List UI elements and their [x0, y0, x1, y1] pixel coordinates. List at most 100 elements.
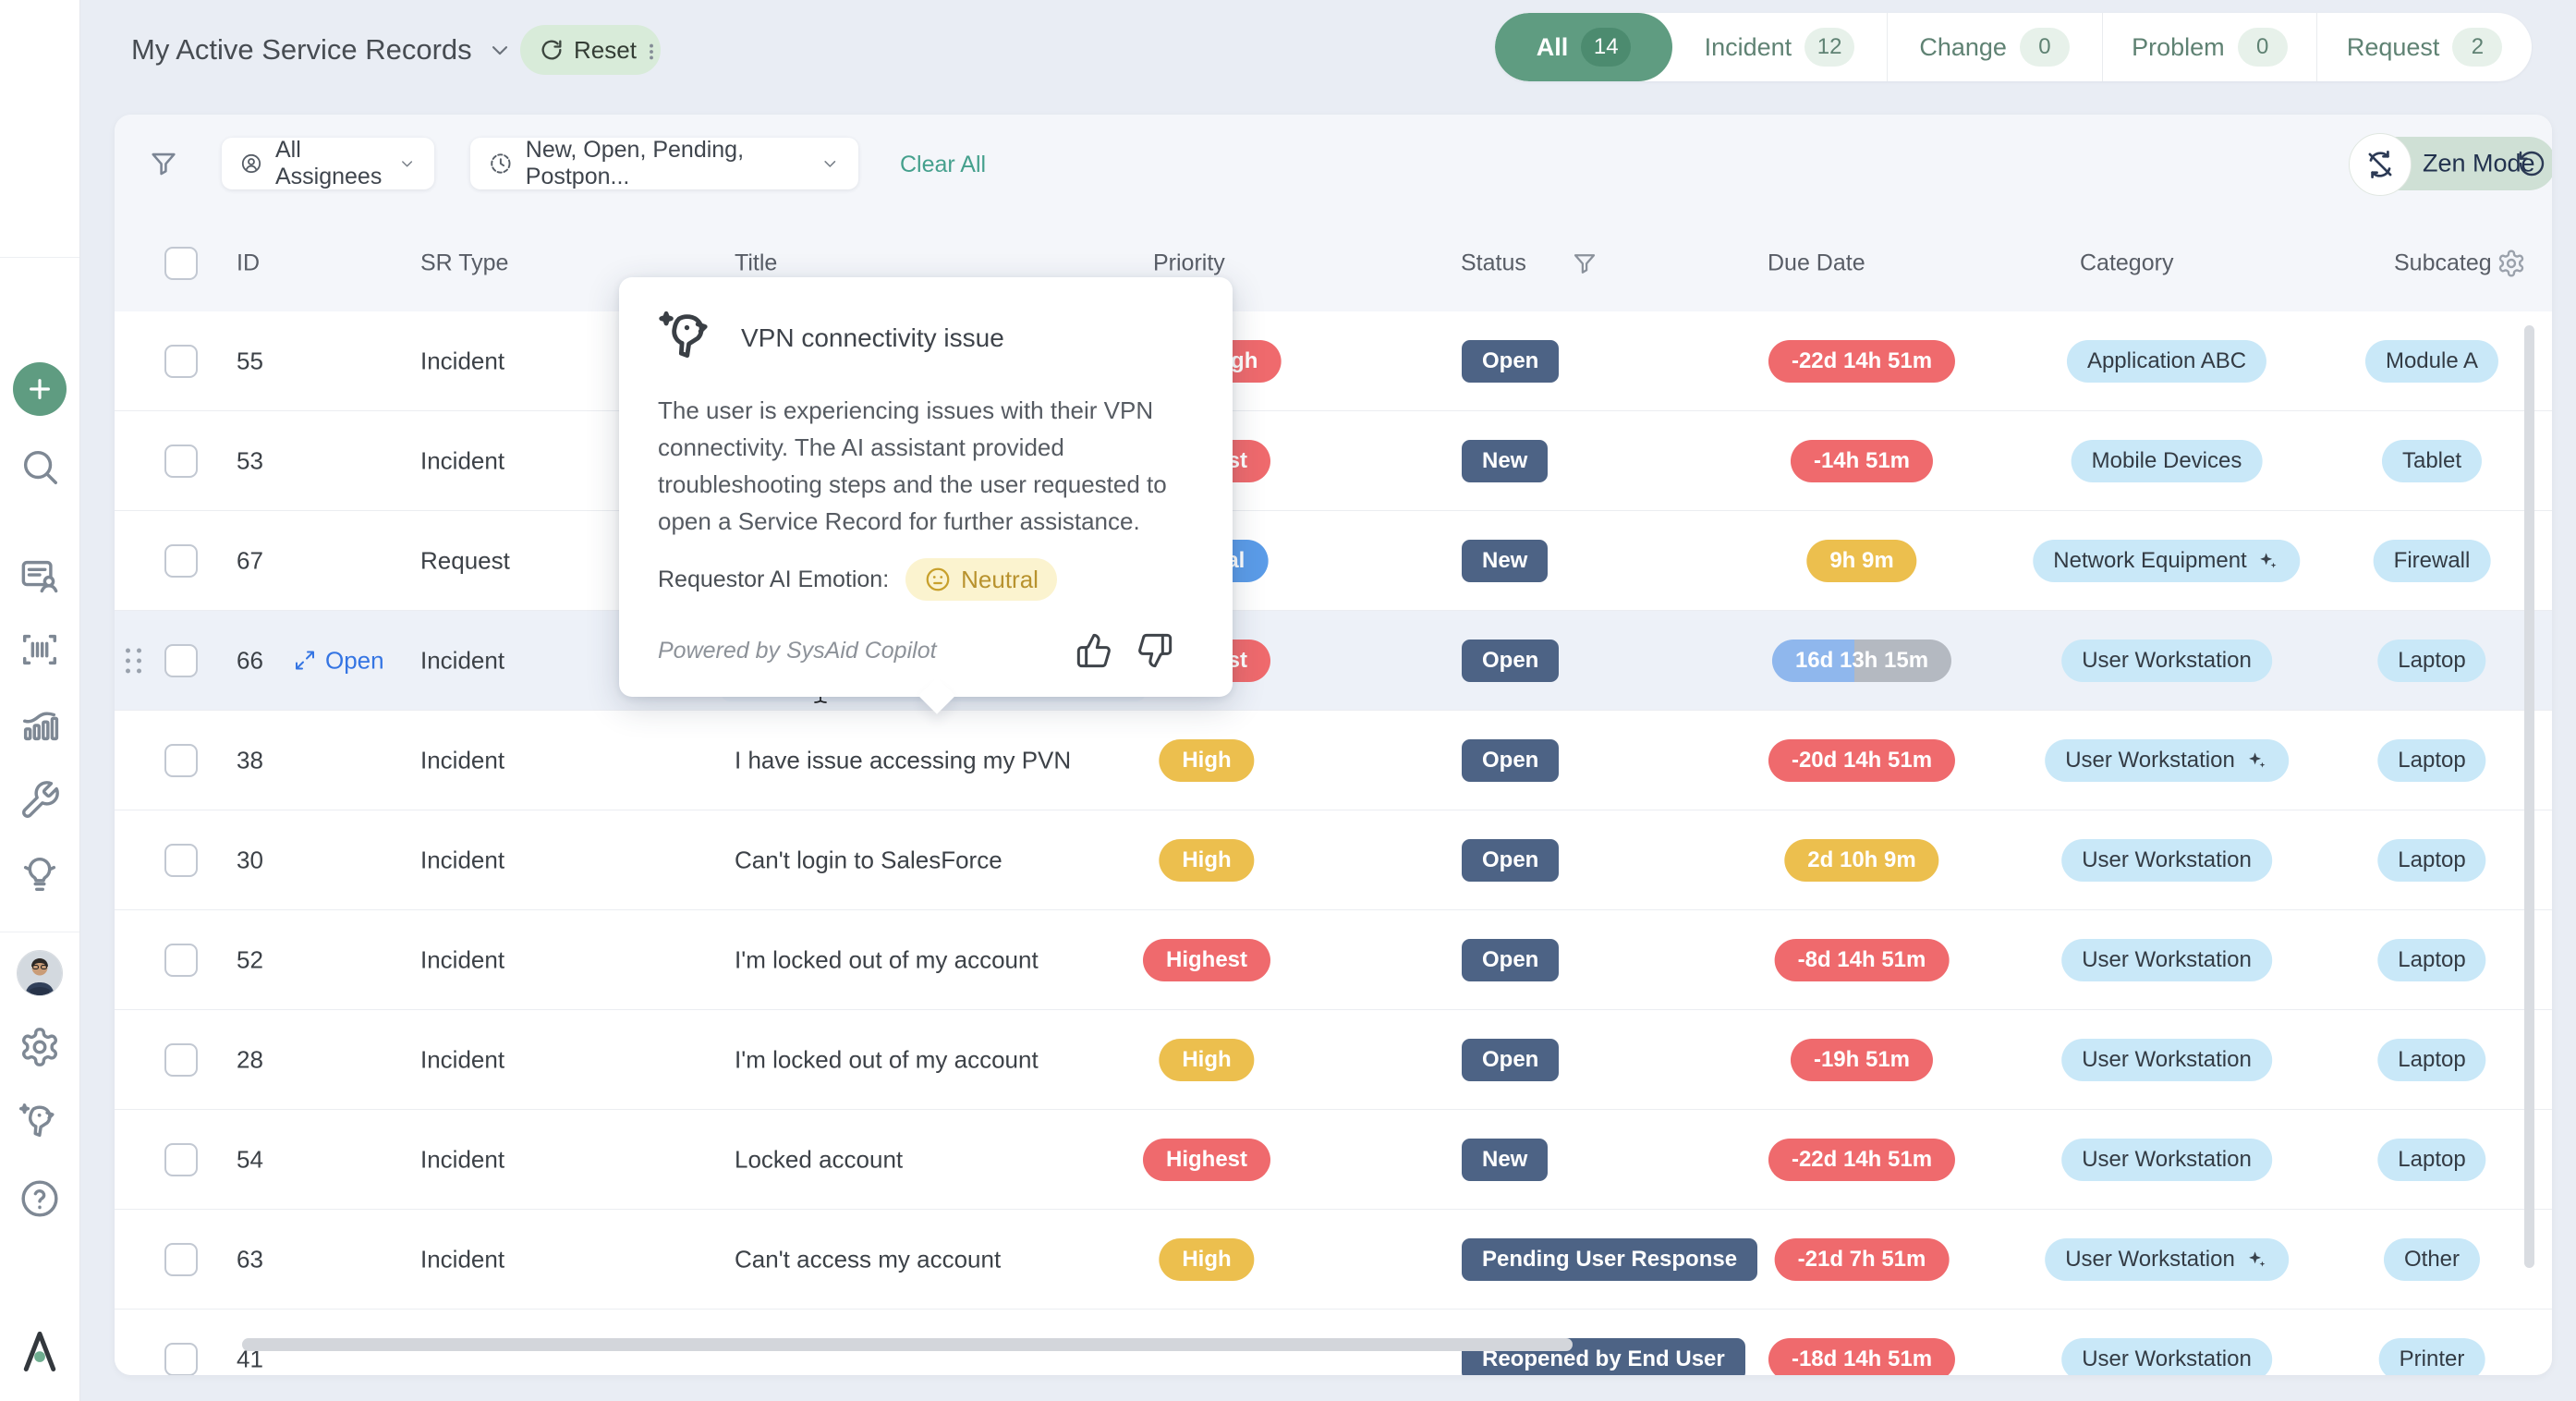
cell-id: 30	[237, 846, 263, 874]
assignee-filter-dropdown[interactable]: All Assignees	[222, 138, 434, 189]
chevron-down-icon	[487, 37, 513, 63]
cell-subcategory: Tablet	[2382, 440, 2482, 482]
vertical-scrollbar[interactable]	[2524, 325, 2534, 1268]
column-header-id[interactable]: ID	[237, 250, 260, 276]
row-checkbox[interactable]	[164, 1043, 198, 1077]
chevron-down-icon	[398, 152, 416, 175]
rotate-ccw-icon[interactable]	[2517, 149, 2546, 178]
table-row-67[interactable]: 67RequestNormalNew9h 9mNetwork Equipment…	[115, 511, 2552, 611]
analytics-icon[interactable]	[18, 704, 61, 747]
sr-type-tabs: All14Incident12Change0Problem0Request2	[1495, 13, 2532, 81]
cell-category: User Workstation	[2061, 1039, 2272, 1081]
due-date-badge: -14h 51m	[1791, 440, 1933, 482]
table-row-28[interactable]: 28IncidentI'm locked out of my accountHi…	[115, 1010, 2552, 1110]
table-row-66[interactable]: 66IncidentOpenVPN connectivity issueHigh…	[115, 611, 2552, 711]
table-row-55[interactable]: 55IncidentVery HighOpen-22d 14h 51mAppli…	[115, 311, 2552, 411]
search-icon[interactable]	[18, 445, 61, 488]
sysaid-logo[interactable]	[16, 1327, 64, 1375]
status-badge: Open	[1462, 739, 1559, 782]
column-header-sr-type[interactable]: SR Type	[420, 250, 508, 276]
table-row-54[interactable]: 54IncidentLocked accountHighestNew-22d 1…	[115, 1110, 2552, 1210]
clear-all-link[interactable]: Clear All	[900, 152, 986, 178]
status-filter-dropdown[interactable]: New, Open, Pending, Postpon...	[470, 138, 858, 189]
column-header-due-date[interactable]: Due Date	[1768, 250, 1865, 276]
filter-icon[interactable]	[148, 148, 179, 179]
select-all-checkbox[interactable]	[164, 247, 198, 280]
table-row-38[interactable]: 38IncidentI have issue accessing my PVNH…	[115, 711, 2552, 810]
horizontal-scrollbar[interactable]	[242, 1338, 1573, 1351]
column-header-category[interactable]: Category	[2080, 250, 2173, 276]
row-checkbox[interactable]	[164, 345, 198, 378]
subcategory-badge: Laptop	[2377, 1139, 2485, 1181]
plus-icon	[25, 374, 55, 404]
tab-problem[interactable]: Problem0	[2102, 13, 2317, 81]
row-checkbox[interactable]	[164, 445, 198, 478]
more-options-icon[interactable]	[641, 33, 662, 70]
copilot-parrot-icon	[658, 309, 717, 368]
cell-title: Can't login to SalesForce	[735, 846, 1002, 874]
help-icon[interactable]	[18, 1177, 61, 1220]
cell-category: User Workstation	[2061, 1139, 2272, 1181]
drag-handle[interactable]	[126, 648, 142, 673]
row-checkbox[interactable]	[164, 544, 198, 578]
row-checkbox[interactable]	[164, 1343, 198, 1376]
column-header-title[interactable]: Title	[735, 250, 777, 276]
tab-request[interactable]: Request2	[2316, 13, 2532, 81]
table-row-52[interactable]: 52IncidentI'm locked out of my accountHi…	[115, 910, 2552, 1010]
table-row-30[interactable]: 30IncidentCan't login to SalesForceHighO…	[115, 810, 2552, 910]
cell-category: Application ABC	[2067, 340, 2266, 383]
row-checkbox[interactable]	[164, 1243, 198, 1276]
tab-incident[interactable]: Incident12	[1672, 13, 1887, 81]
sync-off-icon	[2363, 148, 2397, 181]
open-record-link[interactable]: Open	[294, 646, 384, 675]
cell-category: Network Equipment	[2033, 540, 2300, 582]
cell-due-date: -20d 14h 51m	[1768, 739, 1955, 782]
status-badge: New	[1462, 440, 1548, 482]
status-filter-value: New, Open, Pending, Postpon...	[526, 137, 808, 190]
tab-change[interactable]: Change0	[1887, 13, 2102, 81]
assignee-icon	[240, 150, 262, 177]
thumbs-up-icon[interactable]	[1075, 632, 1112, 669]
category-badge: User Workstation	[2045, 739, 2289, 782]
table-row-63[interactable]: 63IncidentCan't access my accountHighPen…	[115, 1210, 2552, 1310]
reset-button[interactable]: Reset	[520, 25, 661, 75]
zen-mode-toggle[interactable]: Zen Mode	[2354, 137, 2552, 190]
zen-mode-sync-badge	[2349, 133, 2412, 196]
cell-status: New	[1462, 1139, 1548, 1181]
new-record-button[interactable]	[13, 362, 67, 416]
category-badge: Network Equipment	[2033, 540, 2300, 582]
emotion-badge: Neutral	[905, 558, 1057, 601]
settings-gear-icon[interactable]	[18, 1026, 61, 1068]
cell-category: User Workstation	[2045, 739, 2289, 782]
service-records-icon[interactable]	[18, 554, 61, 597]
column-header-subcategory[interactable]: Subcategory	[2394, 250, 2490, 276]
priority-badge: Highest	[1143, 939, 1270, 981]
cell-due-date: -19h 51m	[1791, 1039, 1933, 1081]
table-settings-gear-icon[interactable]	[2497, 249, 2526, 278]
row-checkbox[interactable]	[164, 1143, 198, 1176]
cell-due-date: 9h 9m	[1806, 540, 1916, 582]
page-title[interactable]: My Active Service Records	[131, 33, 513, 67]
user-avatar[interactable]	[17, 950, 63, 996]
tab-all[interactable]: All14	[1495, 13, 1672, 81]
table-row-53[interactable]: 53IncidentHighestNew-14h 51mMobile Devic…	[115, 411, 2552, 511]
row-checkbox[interactable]	[164, 844, 198, 877]
row-checkbox[interactable]	[164, 644, 198, 677]
cell-due-date: -8d 14h 51m	[1775, 939, 1950, 981]
column-header-priority[interactable]: Priority	[1153, 250, 1225, 276]
status-badge: Open	[1462, 1039, 1559, 1081]
tools-icon[interactable]	[18, 779, 61, 822]
cell-subcategory: Laptop	[2377, 839, 2485, 882]
copilot-parrot-icon[interactable]	[18, 1102, 61, 1144]
row-checkbox[interactable]	[164, 944, 198, 977]
thumbs-down-icon[interactable]	[1136, 632, 1173, 669]
cell-id: 55	[237, 347, 263, 375]
ideas-lightbulb-icon[interactable]	[18, 853, 61, 895]
column-header-status[interactable]: Status	[1461, 250, 1526, 276]
status-column-filter-icon[interactable]	[1571, 250, 1598, 277]
asset-barcode-icon[interactable]	[18, 628, 61, 671]
subcategory-badge: Firewall	[2374, 540, 2491, 582]
row-checkbox[interactable]	[164, 744, 198, 777]
cell-subcategory: Module A	[2365, 340, 2498, 383]
cell-priority: High	[1159, 1039, 1254, 1081]
